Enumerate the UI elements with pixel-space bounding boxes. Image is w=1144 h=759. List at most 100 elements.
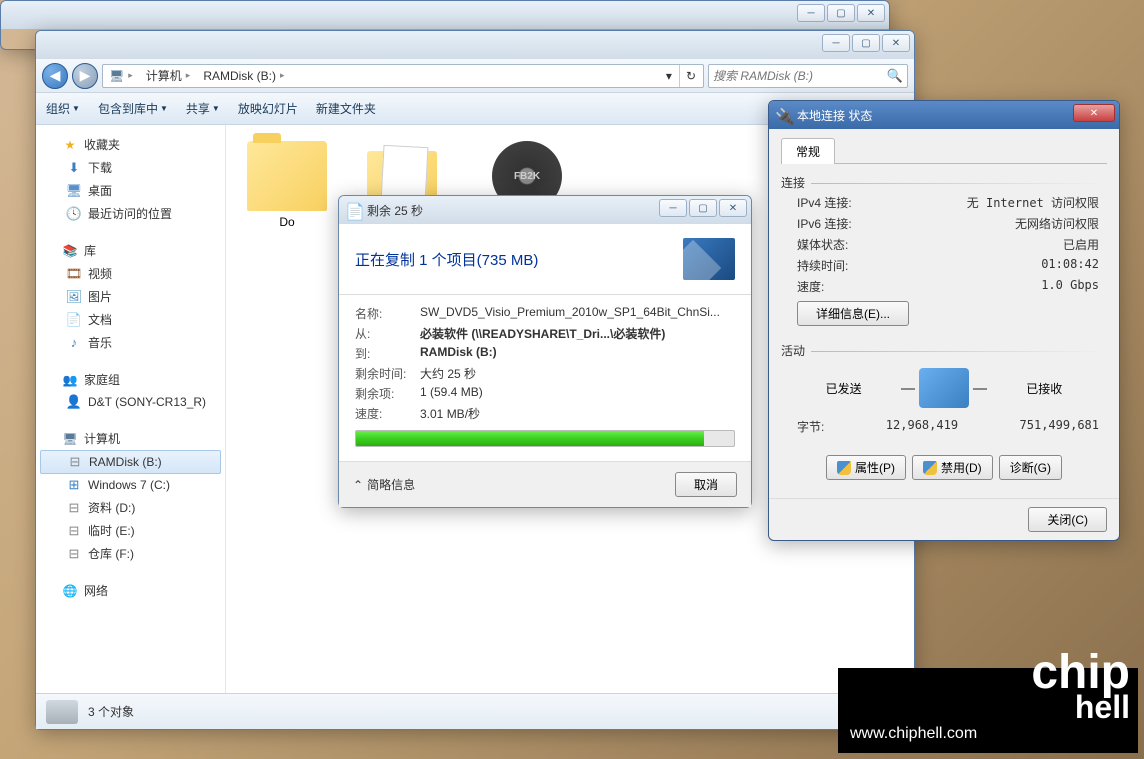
search-box[interactable]: 🔍 — [708, 64, 908, 88]
crumb-computer[interactable]: 计算机▸ — [140, 65, 198, 87]
chevron-up-icon: ⌃ — [353, 478, 363, 492]
maximize-button[interactable]: ▢ — [827, 4, 855, 22]
media-value: 已启用 — [1063, 236, 1099, 253]
net-title: 本地连接 状态 — [797, 107, 872, 124]
diagnose-button[interactable]: 诊断(G) — [999, 455, 1062, 480]
speed-label: 速度: — [355, 405, 420, 422]
computer-header[interactable]: 🖥计算机 — [36, 427, 225, 450]
to-label: 到: — [355, 345, 420, 362]
tab-strip: 常规 — [781, 137, 1107, 164]
folder-label: Do — [242, 215, 332, 229]
sidebar-item-music[interactable]: ♪音乐 — [36, 331, 225, 354]
items-label: 剩余项: — [355, 385, 420, 402]
close-button[interactable]: ✕ — [882, 34, 910, 52]
sidebar-item-storage-f[interactable]: ⊟仓库 (F:) — [36, 542, 225, 565]
sidebar-item-ramdisk[interactable]: ⊟RAMDisk (B:) — [40, 450, 221, 474]
to-value: RAMDisk (B:) — [420, 345, 735, 362]
close-button[interactable]: ✕ — [1073, 104, 1115, 122]
bytes-recv-value: 751,499,681 — [1020, 418, 1099, 435]
search-icon: 🔍 — [887, 68, 903, 84]
copy-titlebar[interactable]: 📄 剩余 25 秒 ─ ▢ ✕ — [339, 196, 751, 224]
from-value: 必装软件 (\\READYSHARE\T_Dri...\必装软件) — [420, 325, 735, 342]
duration-label: 持续时间: — [797, 257, 848, 274]
new-folder-button[interactable]: 新建文件夹 — [316, 100, 376, 117]
folder-item[interactable]: Do — [242, 141, 332, 229]
drive-icon — [46, 700, 78, 724]
sidebar-item-downloads[interactable]: ⬇下载 — [36, 156, 225, 179]
favorites-header[interactable]: ★收藏夹 — [36, 133, 225, 156]
media-label: 媒体状态: — [797, 236, 848, 253]
breadcrumb[interactable]: 🖥▸ 计算机▸ RAMDisk (B:)▸ ▾ ↻ — [102, 64, 704, 88]
net-titlebar[interactable]: 🔌 本地连接 状态 ✕ — [769, 101, 1119, 129]
name-label: 名称: — [355, 305, 420, 322]
back-button[interactable]: ◀ — [42, 63, 68, 89]
sent-label: 已发送 — [826, 380, 862, 397]
duration-value: 01:08:42 — [1041, 257, 1099, 274]
sidebar-item-homegroup-user[interactable]: 👤D&T (SONY-CR13_R) — [36, 391, 225, 413]
crumb-ramdisk[interactable]: RAMDisk (B:)▸ — [197, 65, 291, 87]
minimize-button[interactable]: ─ — [822, 34, 850, 52]
sidebar: ★收藏夹 ⬇下载 🖥桌面 🕓最近访问的位置 📚库 🎞视频 🖼图片 📄文档 ♪音乐… — [36, 125, 226, 693]
cancel-button[interactable]: 取消 — [675, 472, 737, 497]
organize-button[interactable]: 组织 ▼ — [46, 100, 80, 117]
watermark-url: www.chiphell.com — [850, 725, 977, 743]
copy-body: 名称:SW_DVD5_Visio_Premium_2010w_SP1_64Bit… — [339, 295, 751, 461]
tab-general[interactable]: 常规 — [781, 138, 835, 164]
details-button[interactable]: 详细信息(E)... — [797, 301, 909, 326]
close-dialog-button[interactable]: 关闭(C) — [1028, 507, 1107, 532]
minimize-button[interactable]: ─ — [797, 4, 825, 22]
sidebar-item-desktop[interactable]: 🖥桌面 — [36, 179, 225, 202]
crumb-computer-icon[interactable]: 🖥▸ — [103, 65, 140, 87]
from-label: 从: — [355, 325, 420, 342]
sidebar-item-videos[interactable]: 🎞视频 — [36, 262, 225, 285]
watermark-logo: chiphell — [1031, 653, 1130, 721]
close-button[interactable]: ✕ — [857, 4, 885, 22]
slideshow-button[interactable]: 放映幻灯片 — [238, 100, 298, 117]
properties-button[interactable]: 属性(P) — [826, 455, 906, 480]
search-input[interactable] — [713, 69, 887, 83]
watermark: www.chiphell.com chiphell — [828, 643, 1138, 753]
refresh-button[interactable]: ↻ — [679, 65, 703, 87]
copy-footer: ⌃简略信息 取消 — [339, 461, 751, 507]
copy-heading: 正在复制 1 个项目(735 MB) — [355, 249, 538, 270]
shield-icon — [837, 461, 851, 475]
ipv6-label: IPv6 连接: — [797, 215, 852, 232]
less-info-toggle[interactable]: ⌃简略信息 — [353, 476, 415, 493]
network-icon: 🔌 — [775, 107, 791, 123]
sidebar-item-windows7[interactable]: ⊞Windows 7 (C:) — [36, 474, 225, 496]
explorer-titlebar[interactable]: ─ ▢ ✕ — [36, 31, 914, 59]
progress-bar — [355, 430, 735, 447]
homegroup-header[interactable]: 👥家庭组 — [36, 368, 225, 391]
close-button[interactable]: ✕ — [719, 199, 747, 217]
minimize-button[interactable]: ─ — [659, 199, 687, 217]
status-count: 3 个对象 — [88, 703, 134, 720]
include-library-button[interactable]: 包含到库中 ▼ — [98, 100, 168, 117]
share-button[interactable]: 共享 ▼ — [186, 100, 220, 117]
libraries-header[interactable]: 📚库 — [36, 239, 225, 262]
folder-icon — [247, 141, 327, 211]
forward-button[interactable]: ▶ — [72, 63, 98, 89]
recv-label: 已接收 — [1026, 380, 1062, 397]
breadcrumb-dropdown[interactable]: ▾ — [660, 65, 679, 87]
maximize-button[interactable]: ▢ — [852, 34, 880, 52]
network-header[interactable]: 🌐网络 — [36, 579, 225, 602]
speed-value: 3.01 MB/秒 — [420, 405, 735, 422]
time-value: 大约 25 秒 — [420, 365, 735, 382]
speed-value: 1.0 Gbps — [1041, 278, 1099, 295]
disable-button[interactable]: 禁用(D) — [912, 455, 993, 480]
sidebar-item-documents[interactable]: 📄文档 — [36, 308, 225, 331]
bytes-label: 字节: — [797, 418, 824, 435]
copy-animation — [683, 238, 735, 280]
activity-icon — [919, 368, 969, 408]
sidebar-item-temp-e[interactable]: ⊟临时 (E:) — [36, 519, 225, 542]
nav-row: ◀ ▶ 🖥▸ 计算机▸ RAMDisk (B:)▸ ▾ ↻ 🔍 — [36, 59, 914, 93]
time-label: 剩余时间: — [355, 365, 420, 382]
shield-icon — [923, 461, 937, 475]
sidebar-item-data-d[interactable]: ⊟资料 (D:) — [36, 496, 225, 519]
network-status-dialog: 🔌 本地连接 状态 ✕ 常规 连接 IPv4 连接:无 Internet 访问权… — [768, 100, 1120, 541]
sidebar-item-pictures[interactable]: 🖼图片 — [36, 285, 225, 308]
ipv6-value: 无网络访问权限 — [1015, 215, 1099, 232]
sidebar-item-recent[interactable]: 🕓最近访问的位置 — [36, 202, 225, 225]
maximize-button[interactable]: ▢ — [689, 199, 717, 217]
copy-icon: 📄 — [345, 202, 361, 218]
